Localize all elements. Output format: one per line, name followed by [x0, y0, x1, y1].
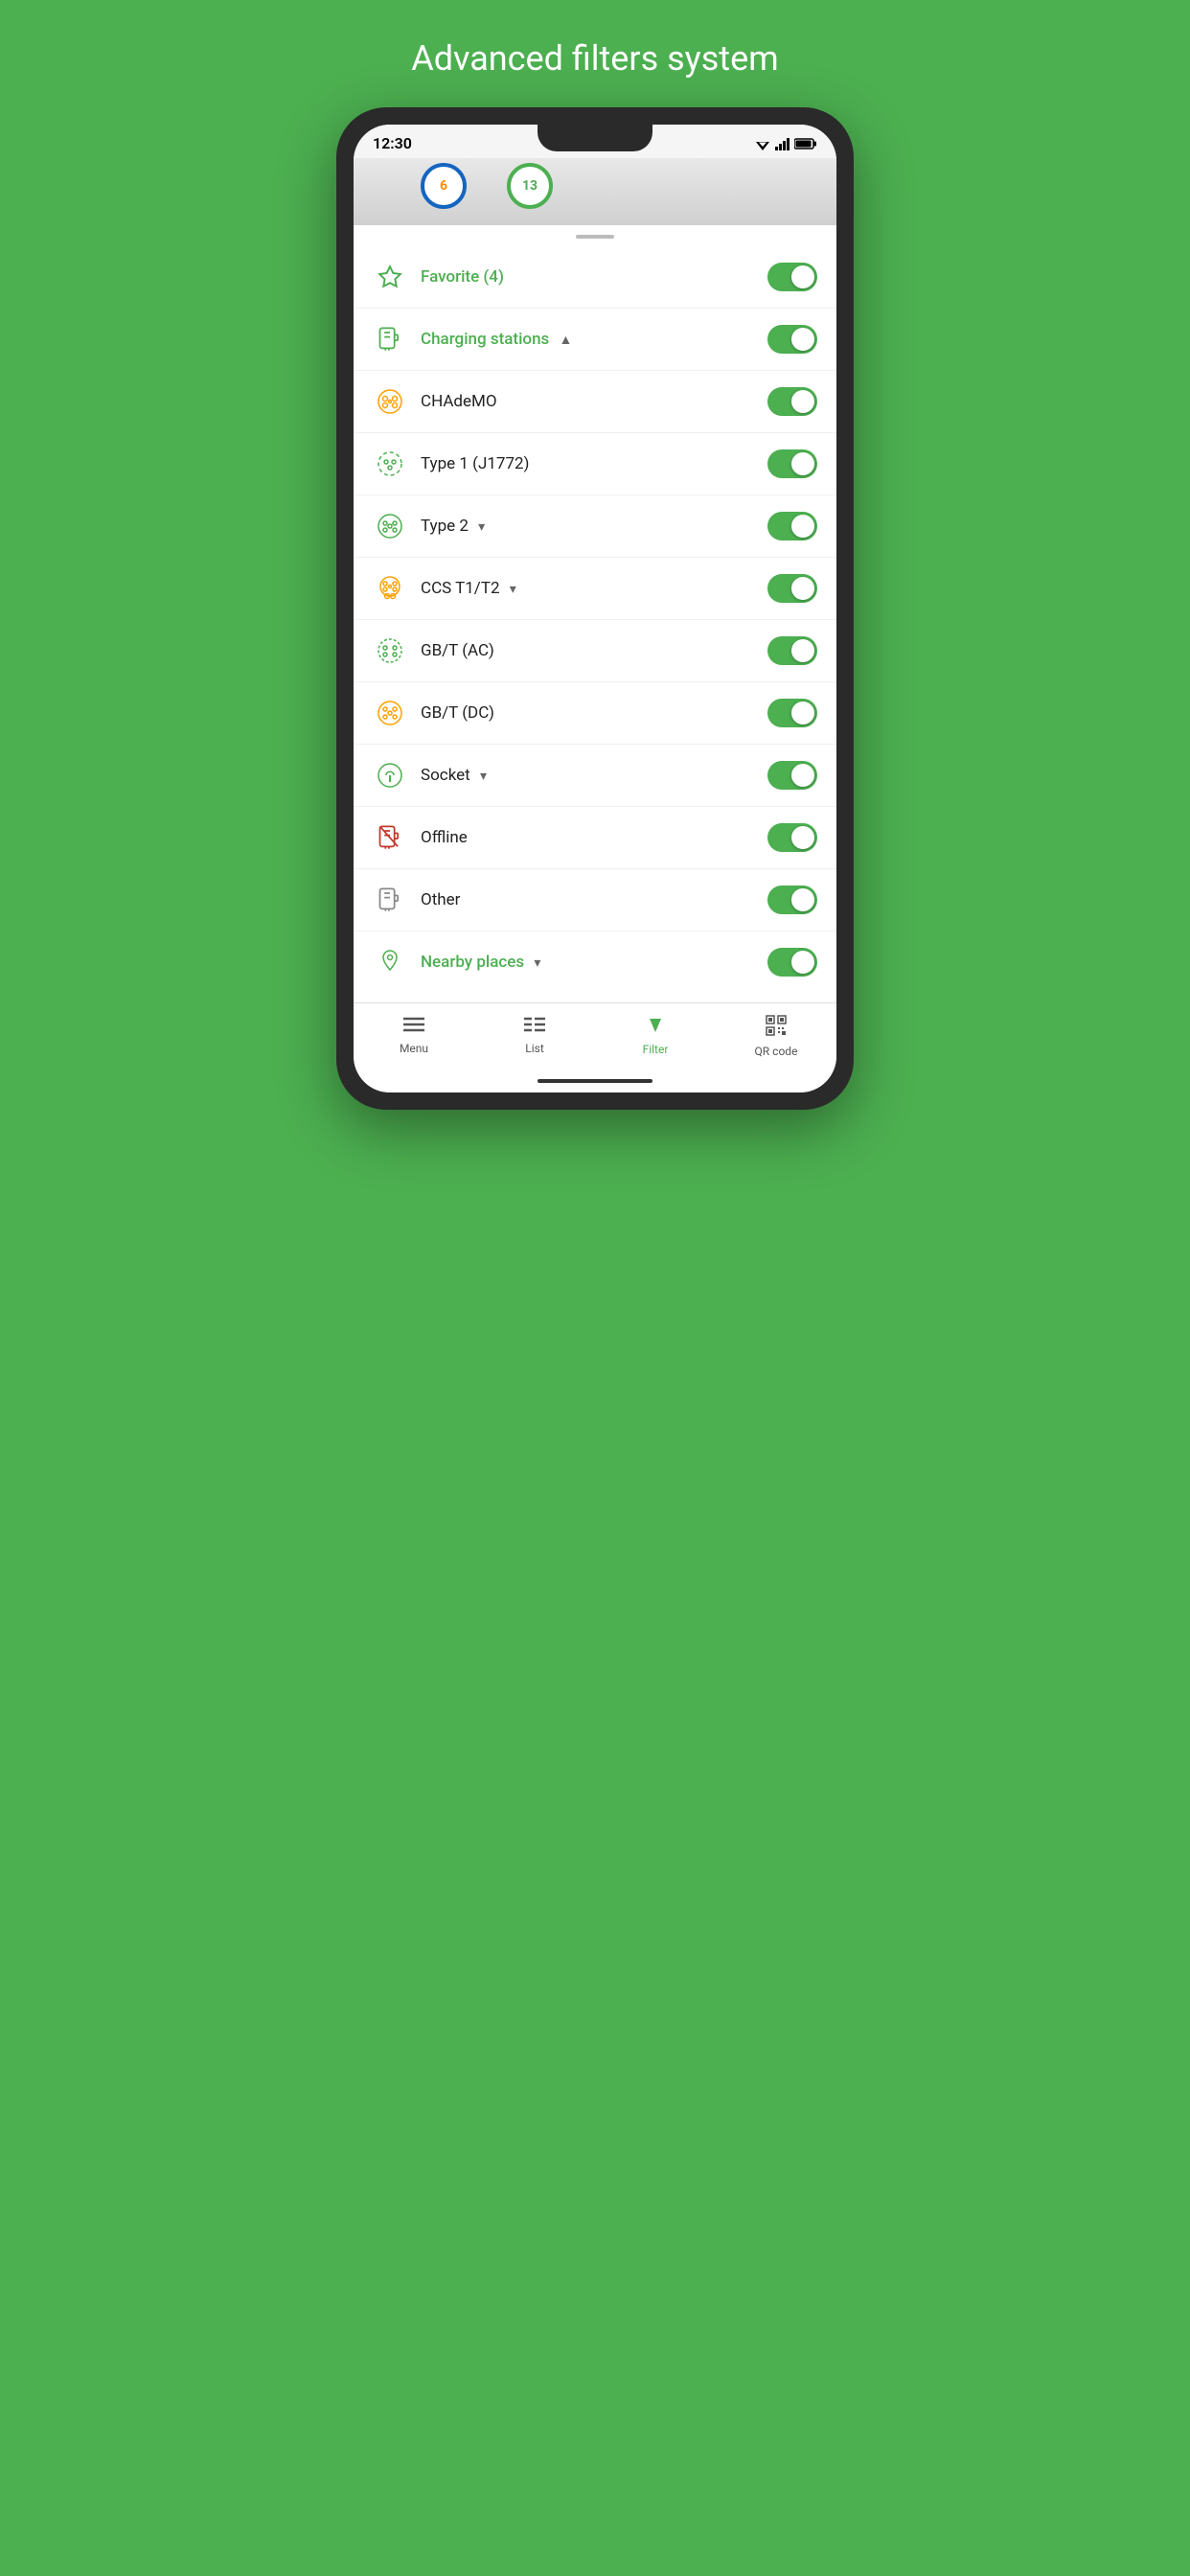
home-indicator — [354, 1073, 836, 1092]
nearby-places-toggle[interactable] — [767, 948, 817, 977]
type1-icon — [373, 447, 407, 481]
map-marker-1: 6 — [421, 163, 467, 209]
menu-icon — [403, 1015, 424, 1039]
other-icon — [373, 883, 407, 917]
socket-toggle[interactable] — [767, 761, 817, 790]
battery-icon — [794, 137, 817, 150]
filter-list: Favorite (4) Charging stations ▲ — [354, 246, 836, 1002]
qrcode-icon — [766, 1015, 787, 1042]
notch — [538, 125, 652, 151]
socket-icon — [373, 758, 407, 793]
ccs-icon — [373, 571, 407, 606]
chademo-label: CHAdeMO — [421, 392, 767, 411]
nav-list-label: List — [525, 1042, 544, 1055]
status-time: 12:30 — [373, 134, 412, 152]
filter-item-ccs[interactable]: CCS T1/T2 ▾ — [354, 558, 836, 620]
phone-screen: 12:30 — [354, 125, 836, 1092]
wifi-icon — [754, 137, 771, 150]
type2-icon — [373, 509, 407, 543]
offline-label: Offline — [421, 828, 767, 847]
nav-menu-label: Menu — [400, 1042, 428, 1055]
type1-label: Type 1 (J1772) — [421, 454, 767, 473]
filter-icon — [646, 1015, 665, 1040]
filter-item-socket[interactable]: Socket ▾ — [354, 745, 836, 807]
nav-qrcode-label: QR code — [755, 1045, 798, 1058]
gbt-dc-toggle[interactable] — [767, 699, 817, 727]
other-toggle[interactable] — [767, 886, 817, 914]
map-marker-2: 13 — [507, 163, 553, 209]
nav-filter[interactable]: Filter — [595, 1011, 716, 1062]
signal-icon — [775, 137, 790, 150]
filter-item-nearby-places[interactable]: Nearby places ▾ — [354, 932, 836, 993]
status-bar: 12:30 — [354, 125, 836, 158]
charging-stations-toggle[interactable] — [767, 325, 817, 354]
gbt-dc-icon — [373, 696, 407, 730]
gbt-ac-icon — [373, 633, 407, 668]
list-icon — [524, 1015, 545, 1039]
offline-icon — [373, 820, 407, 855]
nearby-places-label: Nearby places ▾ — [421, 953, 767, 972]
ccs-label: CCS T1/T2 ▾ — [421, 579, 767, 598]
filter-item-offline[interactable]: Offline — [354, 807, 836, 869]
drag-handle[interactable] — [354, 225, 836, 246]
type2-chevron: ▾ — [478, 519, 485, 535]
type2-toggle[interactable] — [767, 512, 817, 540]
ccs-toggle[interactable] — [767, 574, 817, 603]
page-title: Advanced filters system — [411, 38, 779, 79]
chademo-toggle[interactable] — [767, 387, 817, 416]
nearby-chevron: ▾ — [534, 955, 540, 971]
gbt-ac-toggle[interactable] — [767, 636, 817, 665]
nav-qrcode[interactable]: QR code — [716, 1011, 836, 1062]
chademo-icon — [373, 384, 407, 419]
filter-item-chademo[interactable]: CHAdeMO — [354, 371, 836, 433]
filter-item-charging-stations[interactable]: Charging stations ▲ — [354, 309, 836, 371]
filter-item-type1[interactable]: Type 1 (J1772) — [354, 433, 836, 495]
nav-filter-label: Filter — [643, 1043, 669, 1056]
favorite-toggle[interactable] — [767, 263, 817, 291]
filter-item-type2[interactable]: Type 2 ▾ — [354, 495, 836, 558]
ccs-chevron: ▾ — [510, 582, 516, 597]
drag-bar — [576, 235, 614, 239]
gbt-ac-label: GB/T (AC) — [421, 641, 767, 660]
star-icon — [373, 260, 407, 294]
socket-label: Socket ▾ — [421, 766, 767, 785]
offline-toggle[interactable] — [767, 823, 817, 852]
filter-item-other[interactable]: Other — [354, 869, 836, 932]
home-bar — [538, 1079, 652, 1083]
favorite-label: Favorite (4) — [421, 267, 767, 287]
type1-toggle[interactable] — [767, 449, 817, 478]
phone-frame: 12:30 — [336, 107, 854, 1110]
other-label: Other — [421, 890, 767, 909]
charging-chevron-up: ▲ — [560, 333, 573, 348]
status-icons — [754, 137, 817, 150]
charging-station-icon — [373, 322, 407, 356]
filter-item-gbt-ac[interactable]: GB/T (AC) — [354, 620, 836, 682]
nav-list[interactable]: List — [474, 1011, 595, 1062]
bottom-nav: Menu List — [354, 1002, 836, 1073]
filter-item-favorite[interactable]: Favorite (4) — [354, 246, 836, 309]
socket-chevron: ▾ — [480, 769, 487, 784]
gbt-dc-label: GB/T (DC) — [421, 703, 767, 723]
filter-item-gbt-dc[interactable]: GB/T (DC) — [354, 682, 836, 745]
type2-label: Type 2 ▾ — [421, 517, 767, 536]
charging-stations-label: Charging stations ▲ — [421, 330, 767, 349]
map-preview: 6 13 — [354, 158, 836, 225]
nearby-places-icon — [373, 945, 407, 979]
nav-menu[interactable]: Menu — [354, 1011, 474, 1062]
